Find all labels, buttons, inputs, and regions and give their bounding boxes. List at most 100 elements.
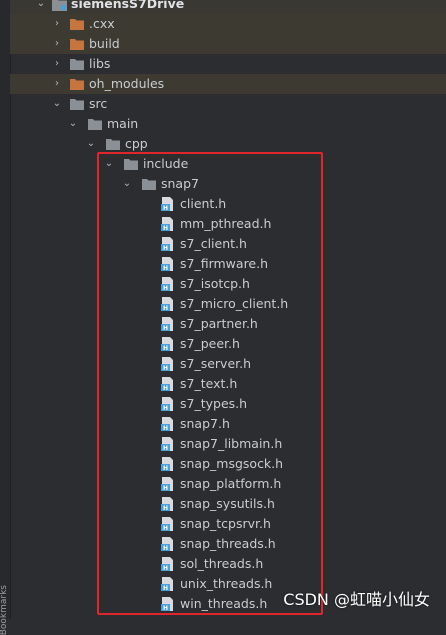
folder-label: oh_modules (89, 76, 165, 91)
folder-label: src (89, 96, 108, 111)
tree-row-file[interactable]: H client.h (10, 194, 446, 214)
chevron-down-icon[interactable]: ⌄ (121, 174, 133, 194)
chevron-down-icon[interactable]: ⌄ (103, 154, 115, 174)
chevron-right-icon[interactable]: › (51, 34, 63, 54)
tree-row-cxx[interactable]: › .cxx (10, 14, 446, 34)
svg-text:H: H (163, 605, 168, 611)
file-label: snap7.h (180, 416, 230, 431)
tree-row-file[interactable]: H s7_partner.h (10, 314, 446, 334)
chevron-right-icon[interactable]: › (51, 14, 63, 34)
header-file-icon: H (161, 277, 174, 291)
header-file-icon: H (161, 517, 174, 531)
folder-label: main (107, 116, 139, 131)
file-label: s7_types.h (180, 396, 248, 411)
svg-text:H: H (163, 325, 168, 331)
file-label: s7_isotcp.h (180, 276, 250, 291)
tree-row-include[interactable]: ⌄ include (10, 154, 446, 174)
project-tree[interactable]: ⌄ siemensS7Drive › .cxx › build › libs › (10, 0, 446, 614)
header-file-icon: H (161, 597, 174, 611)
folder-icon (124, 159, 138, 170)
svg-text:H: H (163, 385, 168, 391)
chevron-right-icon[interactable]: › (51, 74, 63, 94)
tree-row-file[interactable]: H snap_platform.h (10, 474, 446, 494)
folder-excluded-icon (70, 79, 84, 90)
chevron-down-icon[interactable]: ⌄ (51, 94, 63, 114)
file-label: snap_sysutils.h (180, 496, 275, 511)
file-label: s7_client.h (180, 236, 247, 251)
svg-text:H: H (163, 585, 168, 591)
svg-text:H: H (163, 205, 168, 211)
folder-excluded-icon (70, 39, 84, 50)
folder-icon (142, 179, 156, 190)
chevron-down-icon[interactable]: ⌄ (85, 134, 97, 154)
file-label: s7_firmware.h (180, 256, 269, 271)
tree-row-oh-modules[interactable]: › oh_modules (10, 74, 446, 94)
tree-row-file[interactable]: H s7_peer.h (10, 334, 446, 354)
folder-icon (70, 99, 84, 110)
tree-row-file[interactable]: H sol_threads.h (10, 554, 446, 574)
svg-text:H: H (163, 545, 168, 551)
file-label: snap_threads.h (180, 536, 276, 551)
tree-row-file[interactable]: H s7_client.h (10, 234, 446, 254)
svg-text:H: H (163, 245, 168, 251)
chevron-right-icon[interactable]: › (51, 54, 63, 74)
module-folder-icon (52, 0, 67, 11)
watermark: CSDN @虹喵小仙女 (283, 590, 430, 609)
tree-row-build[interactable]: › build (10, 34, 446, 54)
tree-row-cpp[interactable]: ⌄ cpp (10, 134, 446, 154)
header-file-icon: H (161, 537, 174, 551)
svg-text:H: H (163, 305, 168, 311)
tree-row-snap7[interactable]: ⌄ snap7 (10, 174, 446, 194)
chevron-down-icon[interactable]: ⌄ (67, 114, 79, 134)
header-file-icon: H (161, 257, 174, 271)
folder-label: build (89, 36, 120, 51)
header-file-icon: H (161, 557, 174, 571)
tree-row-file[interactable]: H mm_pthread.h (10, 214, 446, 234)
file-label: client.h (180, 196, 227, 211)
tree-row-main[interactable]: ⌄ main (10, 114, 446, 134)
tree-row-file[interactable]: H s7_isotcp.h (10, 274, 446, 294)
file-label: sol_threads.h (180, 556, 264, 571)
tree-row-file[interactable]: H s7_server.h (10, 354, 446, 374)
file-label: s7_micro_client.h (180, 296, 289, 311)
tree-row-file[interactable]: H snap_msgsock.h (10, 454, 446, 474)
tree-row-file[interactable]: H snap_tcpsrvr.h (10, 514, 446, 534)
file-label: win_threads.h (180, 596, 268, 611)
file-label: mm_pthread.h (180, 216, 272, 231)
file-label: snap_platform.h (180, 476, 282, 491)
root-project-label: siemensS7Drive (71, 0, 185, 11)
tree-row-file[interactable]: H s7_text.h (10, 374, 446, 394)
folder-excluded-icon (70, 19, 84, 30)
svg-text:H: H (163, 425, 168, 431)
tree-row-file[interactable]: H snap7.h (10, 414, 446, 434)
tree-row-file[interactable]: H snap_threads.h (10, 534, 446, 554)
tree-row-libs[interactable]: › libs (10, 54, 446, 74)
header-file-icon: H (161, 297, 174, 311)
folder-icon (88, 119, 102, 130)
svg-text:H: H (163, 505, 168, 511)
header-file-icon: H (161, 417, 174, 431)
tree-row-src[interactable]: ⌄ src (10, 94, 446, 114)
snap7-file-list: H client.h H mm_pthread.h H s7_client.h (10, 194, 446, 614)
tree-row-file[interactable]: H s7_firmware.h (10, 254, 446, 274)
header-file-icon: H (161, 577, 174, 591)
tree-row-root[interactable]: ⌄ siemensS7Drive (10, 0, 446, 14)
tree-row-file[interactable]: H snap_sysutils.h (10, 494, 446, 514)
file-label: s7_text.h (180, 376, 238, 391)
header-file-icon: H (161, 377, 174, 391)
folder-label: libs (89, 56, 111, 71)
file-label: snap_msgsock.h (180, 456, 284, 471)
svg-text:H: H (163, 485, 168, 491)
tree-row-file[interactable]: H snap7_libmain.h (10, 434, 446, 454)
svg-text:H: H (163, 225, 168, 231)
file-label: snap7_libmain.h (180, 436, 283, 451)
svg-text:H: H (163, 345, 168, 351)
folder-icon (70, 59, 84, 70)
chevron-down-icon[interactable]: ⌄ (35, 0, 47, 14)
file-label: snap_tcpsrvr.h (180, 516, 271, 531)
file-label: s7_server.h (180, 356, 252, 371)
tree-row-file[interactable]: H s7_types.h (10, 394, 446, 414)
header-file-icon: H (161, 497, 174, 511)
bookmarks-label: Bookmarks (0, 585, 9, 635)
tree-row-file[interactable]: H s7_micro_client.h (10, 294, 446, 314)
